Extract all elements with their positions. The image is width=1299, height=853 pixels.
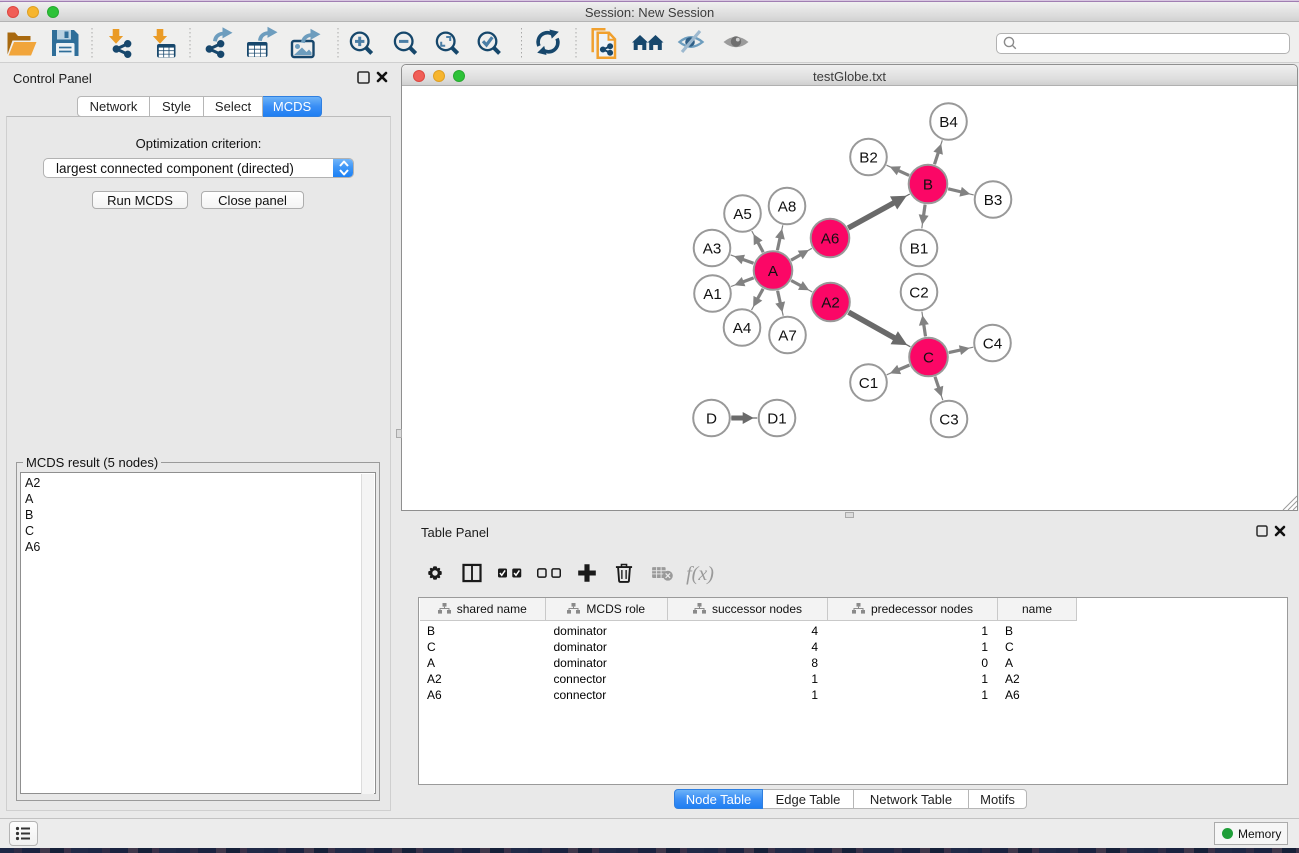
- svg-text:A7: A7: [778, 327, 797, 344]
- svg-text:A4: A4: [733, 320, 752, 337]
- svg-text:f(x): f(x): [686, 563, 714, 585]
- svg-text:A1: A1: [703, 286, 722, 303]
- svg-text:C4: C4: [983, 335, 1002, 352]
- svg-text:A2: A2: [821, 294, 840, 311]
- svg-text:C2: C2: [909, 284, 928, 301]
- svg-text:A8: A8: [778, 198, 797, 215]
- svg-text:D: D: [706, 410, 717, 427]
- svg-text:D1: D1: [767, 410, 786, 427]
- svg-text:B1: B1: [910, 240, 929, 257]
- svg-text:C1: C1: [859, 375, 878, 392]
- svg-text:B: B: [923, 176, 933, 193]
- svg-text:A: A: [768, 263, 779, 280]
- svg-text:A6: A6: [821, 230, 840, 247]
- svg-text:C3: C3: [939, 411, 958, 428]
- svg-text:A3: A3: [703, 240, 722, 257]
- svg-text:A5: A5: [733, 206, 752, 223]
- svg-text:B4: B4: [939, 114, 958, 131]
- svg-text:B3: B3: [984, 192, 1003, 209]
- svg-text:B2: B2: [859, 149, 878, 166]
- svg-text:C: C: [923, 349, 934, 366]
